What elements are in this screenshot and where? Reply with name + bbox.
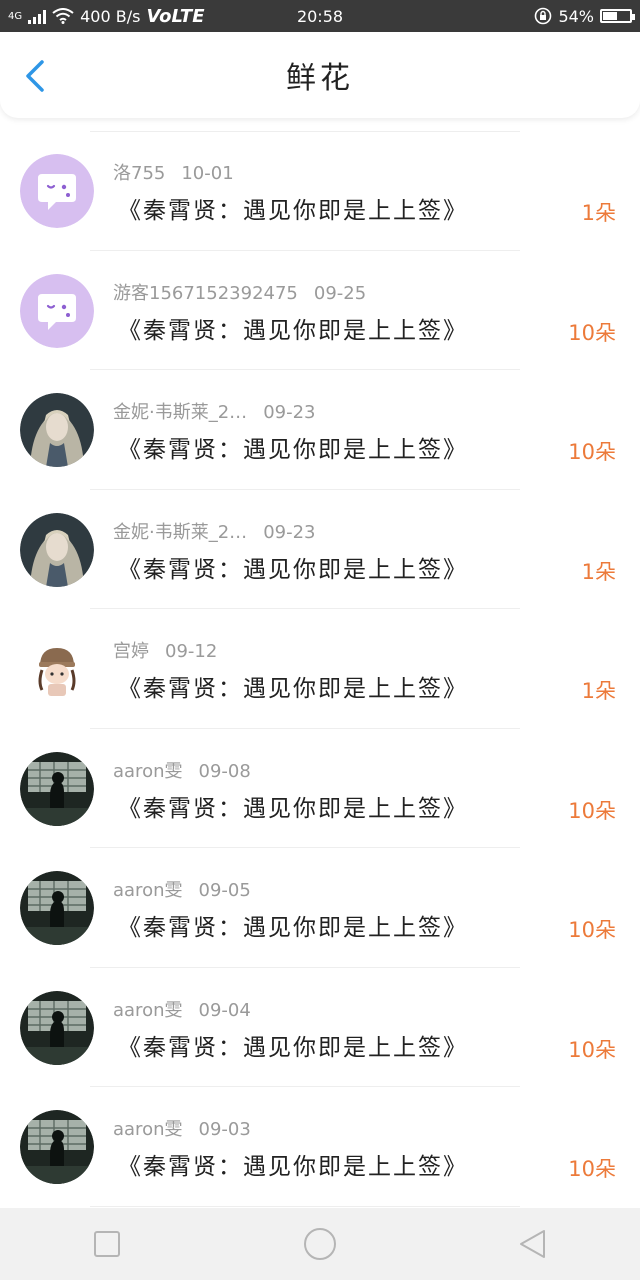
- username: 洛755: [113, 163, 166, 184]
- chat-bubble-icon: [20, 273, 94, 348]
- gift-message: 《秦霄贤：遇见你即是上上签》: [118, 1034, 468, 1061]
- list-item-meta: aaron雯 09-05: [113, 876, 251, 902]
- gift-list: 洛755 10-01 《秦霄贤：遇见你即是上上签》 1朵 游客1567152392…: [0, 131, 640, 1207]
- avatar[interactable]: [20, 990, 94, 1065]
- chat-bubble-icon: [20, 154, 94, 228]
- battery-fill: [603, 12, 617, 20]
- list-item[interactable]: 金妮·韦斯莱_2… 09-23 《秦霄贤：遇见你即是上上签》 1朵: [0, 490, 640, 610]
- battery-percent: 54%: [558, 6, 594, 26]
- username: 金妮·韦斯莱_2…: [113, 402, 248, 423]
- flower-amount: 1朵: [581, 559, 616, 584]
- cartoon-girl-image: [20, 632, 94, 706]
- gift-date: 09-23: [263, 521, 316, 543]
- list-item[interactable]: 游客1567152392475 09-25 《秦霄贤：遇见你即是上上签》 10朵: [0, 251, 640, 371]
- username: aaron雯: [113, 999, 183, 1021]
- rotation-lock-icon: [535, 7, 552, 25]
- flower-amount: 10朵: [568, 440, 616, 464]
- gift-date: 09-03: [198, 1119, 251, 1140]
- avatar[interactable]: [20, 632, 94, 706]
- home-button[interactable]: [290, 1214, 350, 1274]
- flower-amount: 1朵: [581, 679, 616, 703]
- username: 宫婷: [113, 641, 149, 662]
- gift-date: 09-23: [263, 402, 316, 423]
- gift-message: 《秦霄贤：遇见你即是上上签》: [118, 198, 468, 224]
- back-button[interactable]: [18, 56, 54, 96]
- flower-amount: 10朵: [568, 320, 616, 345]
- square-icon: [93, 1231, 120, 1257]
- chevron-left-icon: [26, 60, 44, 92]
- list-item-meta: 金妮·韦斯莱_2… 09-23: [113, 398, 316, 424]
- recent-apps-button[interactable]: [77, 1214, 137, 1274]
- avatar[interactable]: [20, 871, 94, 945]
- triangle-back-icon: [520, 1230, 546, 1258]
- flower-amount: 10朵: [568, 798, 616, 823]
- list-item[interactable]: 宫婷 09-12 《秦霄贤：遇见你即是上上签》 1朵: [0, 609, 640, 729]
- username: aaron雯: [113, 760, 183, 782]
- gift-date: 09-12: [165, 641, 218, 662]
- list-item[interactable]: aaron雯 09-04 《秦霄贤：遇见你即是上上签》 10朵: [0, 968, 640, 1088]
- list-item[interactable]: aaron雯 09-08 《秦霄贤：遇见你即是上上签》 10朵: [0, 729, 640, 849]
- avatar[interactable]: [20, 1110, 94, 1184]
- list-item[interactable]: 金妮·韦斯莱_2… 09-23 《秦霄贤：遇见你即是上上签》 10朵: [0, 370, 640, 490]
- avatar[interactable]: [20, 393, 94, 467]
- avatar[interactable]: [20, 512, 94, 587]
- girl-portrait-image: [20, 393, 94, 467]
- status-left: 4G 400 B/s VoLTE: [8, 6, 205, 27]
- girl-portrait-image: [20, 512, 94, 587]
- gift-date: 09-05: [198, 880, 251, 901]
- signal-icon: [28, 8, 47, 24]
- network-speed: 400 B/s: [80, 6, 141, 26]
- username: 游客1567152392475: [113, 282, 298, 304]
- list-item-meta: 游客1567152392475 09-25: [113, 279, 366, 305]
- list-item[interactable]: 洛755 10-01 《秦霄贤：遇见你即是上上签》 1朵: [0, 131, 640, 251]
- gift-message: 《秦霄贤：遇见你即是上上签》: [118, 676, 468, 702]
- list-item[interactable]: aaron雯 09-05 《秦霄贤：遇见你即是上上签》 10朵: [0, 848, 640, 968]
- flower-amount: 10朵: [568, 1157, 616, 1181]
- avatar[interactable]: [20, 154, 94, 228]
- list-item-meta: aaron雯 09-08: [113, 757, 251, 783]
- dark-silhouette-image: [20, 1110, 94, 1184]
- username: aaron雯: [113, 880, 183, 901]
- volte-label: VoLTE: [146, 5, 205, 27]
- flower-amount: 10朵: [568, 1037, 616, 1062]
- page-title: 鲜花: [286, 61, 354, 96]
- list-item[interactable]: aaron雯 09-03 《秦霄贤：遇见你即是上上签》 10朵: [0, 1087, 640, 1207]
- gift-message: 《秦霄贤：遇见你即是上上签》: [118, 556, 468, 583]
- flower-amount: 10朵: [568, 918, 616, 942]
- avatar[interactable]: [20, 751, 94, 826]
- username: aaron雯: [113, 1119, 183, 1140]
- list-item-meta: 金妮·韦斯莱_2… 09-23: [113, 518, 316, 544]
- avatar[interactable]: [20, 273, 94, 348]
- system-navigation-bar: [0, 1208, 640, 1280]
- gift-date: 10-01: [181, 163, 234, 184]
- list-item-meta: aaron雯 09-03: [113, 1115, 251, 1141]
- network-type-label: 4G: [8, 10, 23, 22]
- dark-silhouette-image: [20, 751, 94, 826]
- back-nav-button[interactable]: [503, 1214, 563, 1274]
- list-item-meta: aaron雯 09-04: [113, 996, 251, 1022]
- list-item-meta: 宫婷 09-12: [113, 637, 217, 663]
- dark-silhouette-image: [20, 990, 94, 1065]
- gift-message: 《秦霄贤：遇见你即是上上签》: [118, 437, 468, 463]
- gift-date: 09-04: [198, 999, 251, 1021]
- battery-icon: [600, 9, 635, 23]
- status-right: 54%: [534, 6, 635, 26]
- status-bar: 4G 400 B/s VoLTE 20:58 54%: [0, 0, 640, 32]
- gift-date: 09-25: [313, 282, 367, 304]
- gift-message: 《秦霄贤：遇见你即是上上签》: [118, 317, 468, 344]
- circle-icon: [303, 1228, 336, 1260]
- username: 金妮·韦斯莱_2…: [113, 521, 248, 543]
- flower-amount: 1朵: [581, 201, 616, 225]
- gift-message: 《秦霄贤：遇见你即是上上签》: [118, 795, 468, 822]
- list-item-meta: 洛755 10-01: [113, 159, 234, 185]
- header: 鲜花: [0, 32, 640, 118]
- gift-message: 《秦霄贤：遇见你即是上上签》: [118, 1154, 468, 1180]
- gift-date: 09-08: [198, 760, 251, 782]
- wifi-icon: [52, 8, 74, 24]
- dark-silhouette-image: [20, 871, 94, 945]
- gift-message: 《秦霄贤：遇见你即是上上签》: [118, 915, 468, 941]
